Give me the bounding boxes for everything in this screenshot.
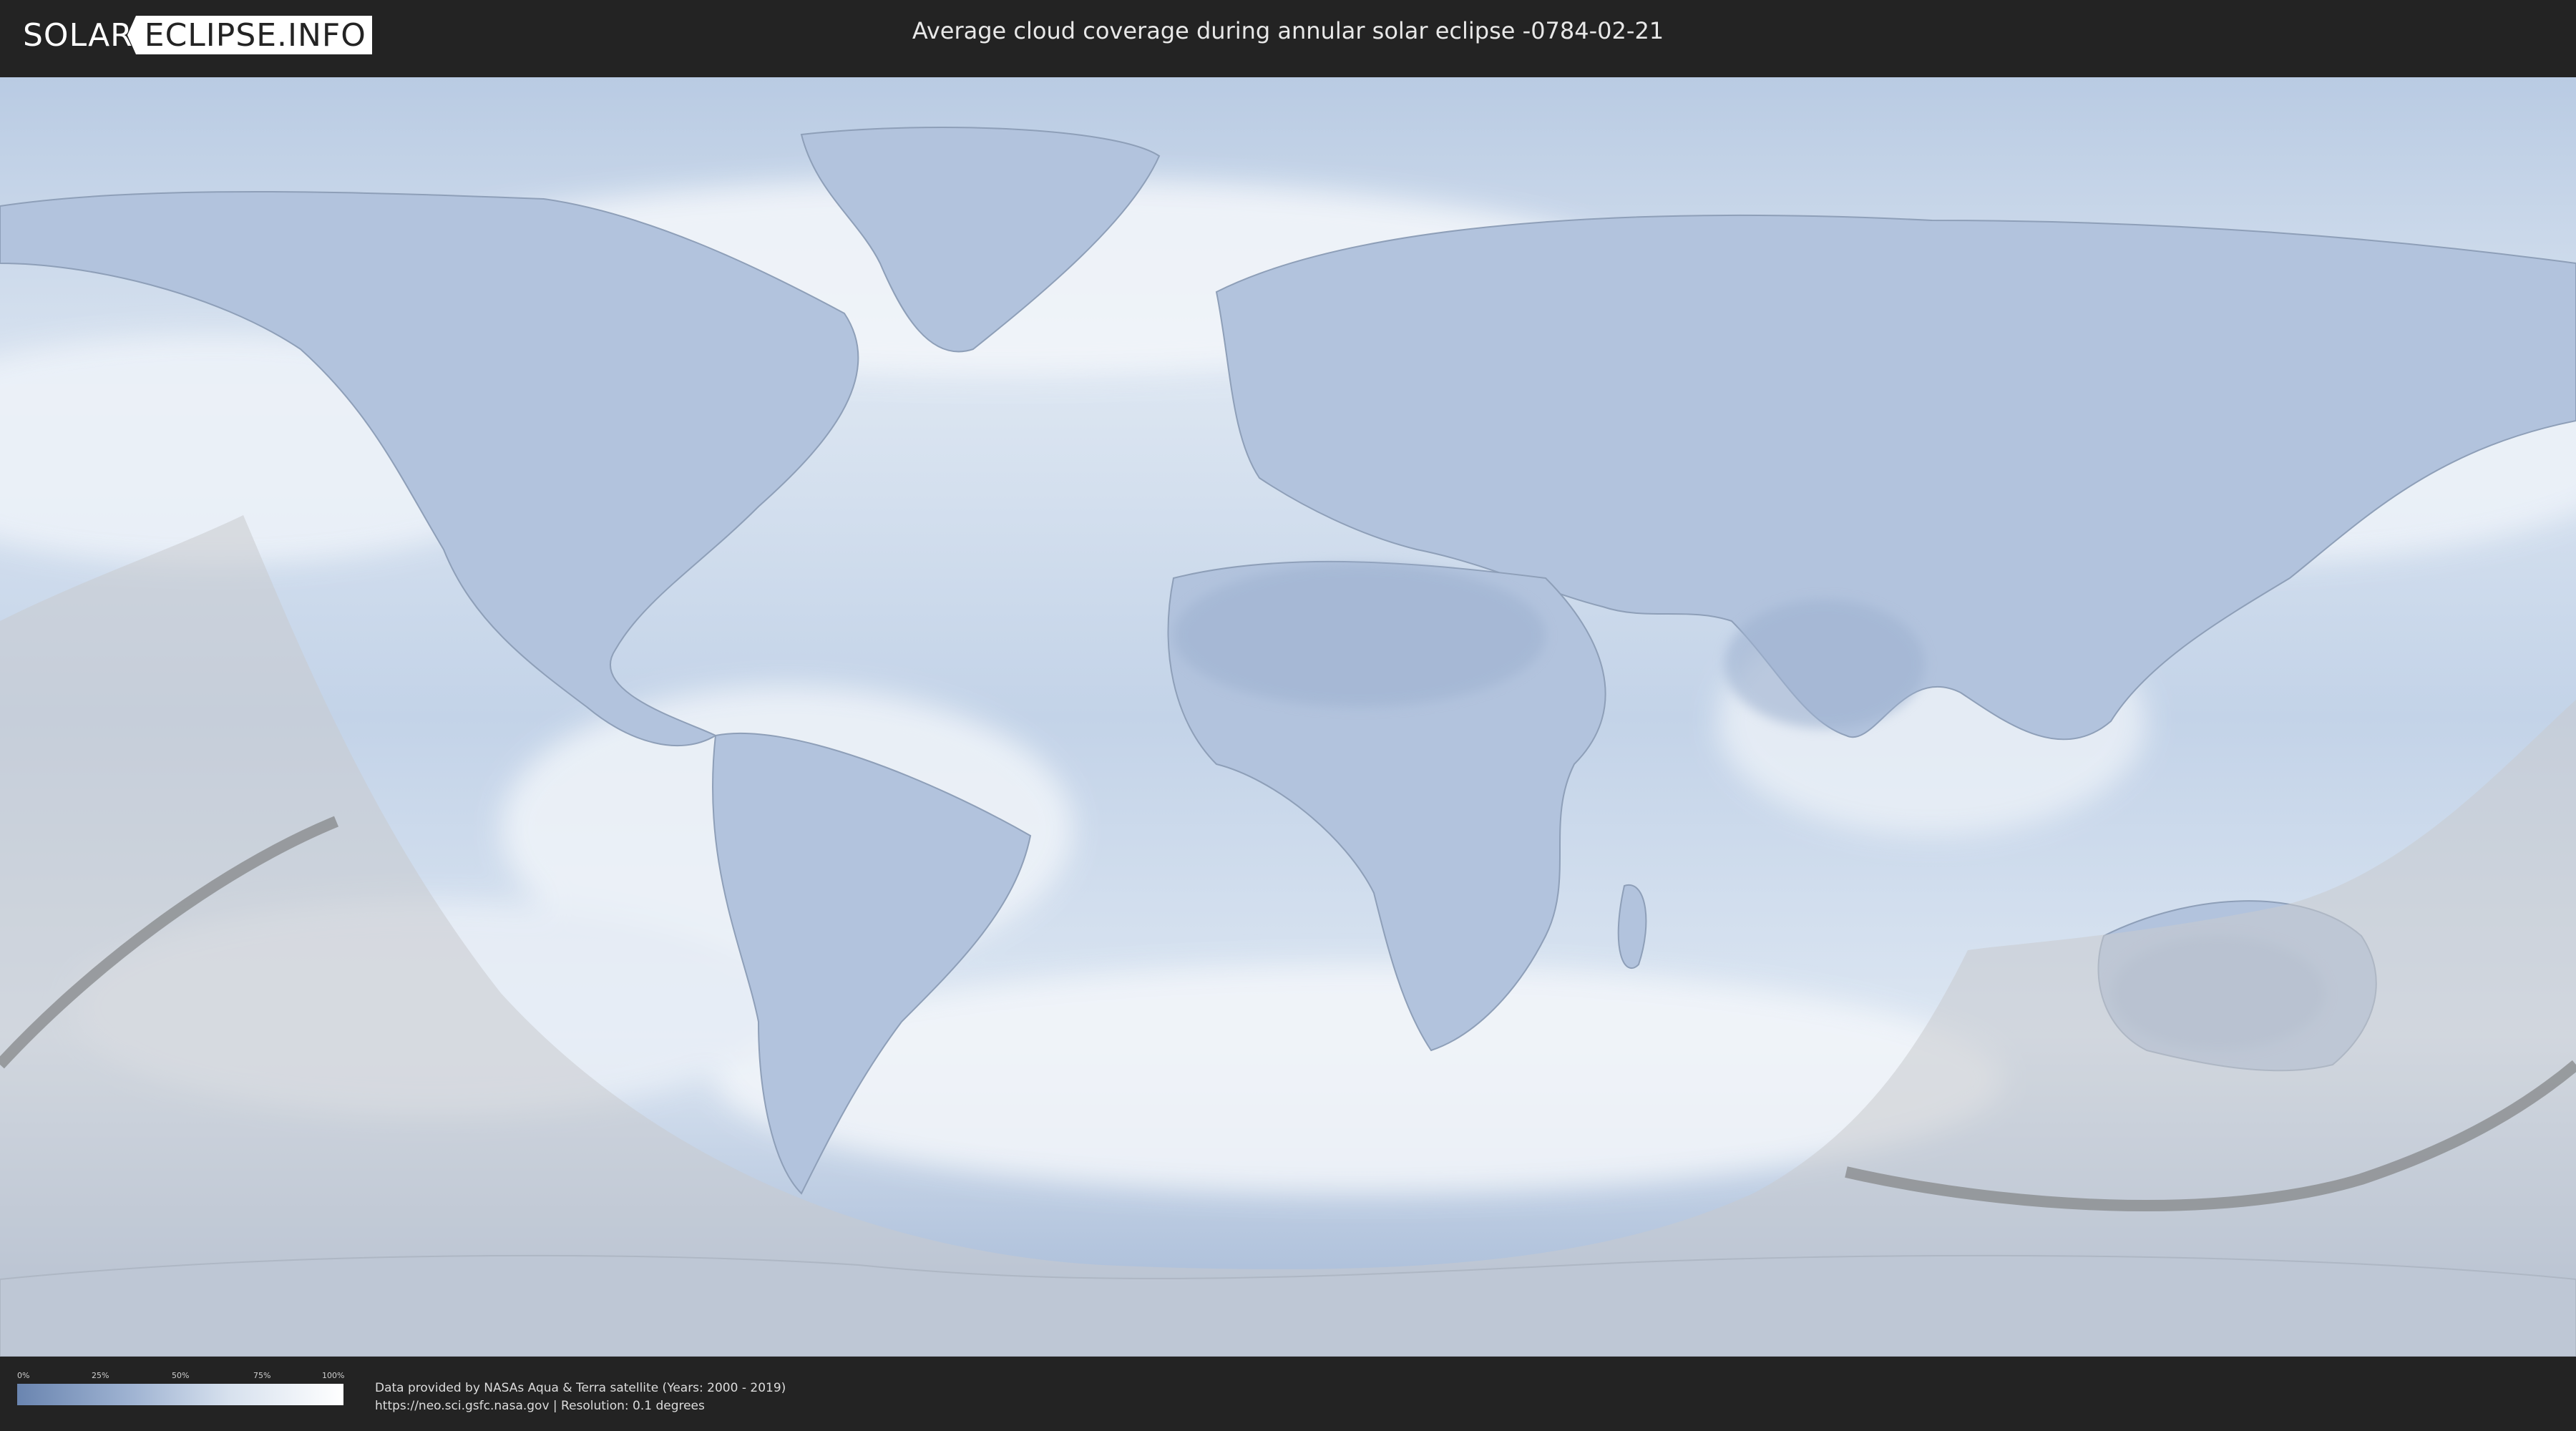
credit-line-source: Data provided by NASAs Aqua & Terra sate… [375, 1381, 786, 1395]
cloud-coverage-map[interactable] [0, 77, 2576, 1357]
madagascar [1617, 884, 1647, 969]
legend-tick: 75% [253, 1371, 271, 1380]
header: SOLAR ECLIPSE.INFO Average cloud coverag… [0, 0, 2576, 72]
legend-ticks: 0% 25% 50% 75% 100% [17, 1371, 345, 1384]
legend-tick: 0% [17, 1371, 30, 1380]
cloud-coverage-legend: 0% 25% 50% 75% 100% [17, 1371, 345, 1405]
page: SOLAR ECLIPSE.INFO Average cloud coverag… [0, 0, 2576, 1431]
legend-color-bar [17, 1384, 343, 1405]
world-map-svg [0, 77, 2576, 1357]
footer: 0% 25% 50% 75% 100% Data provided by NAS… [0, 1357, 2576, 1431]
credit-line-url[interactable]: https://neo.sci.gsfc.nasa.gov | Resoluti… [375, 1397, 786, 1415]
legend-tick: 25% [92, 1371, 109, 1380]
legend-tick: 50% [172, 1371, 190, 1380]
data-credits: Data provided by NASAs Aqua & Terra sate… [375, 1379, 786, 1415]
page-title: Average cloud coverage during annular so… [912, 17, 1664, 44]
legend-tick: 100% [322, 1371, 345, 1380]
